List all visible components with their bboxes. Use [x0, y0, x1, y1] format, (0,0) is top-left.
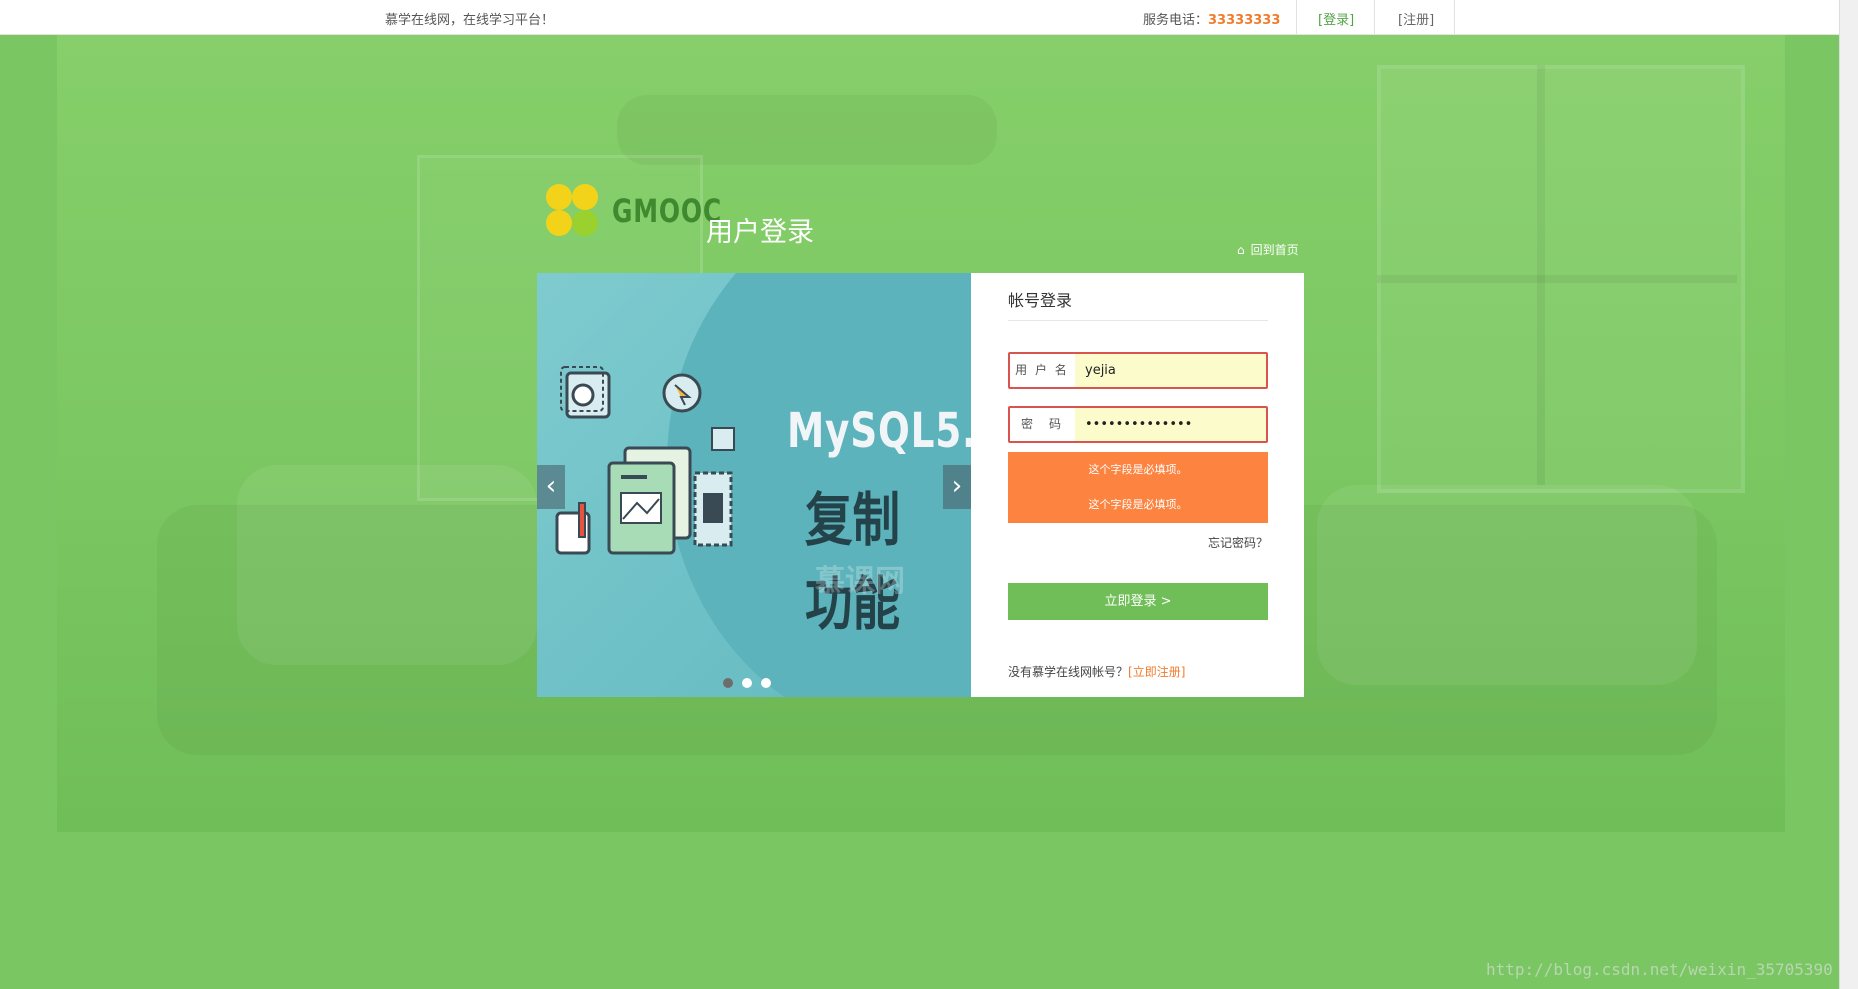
top-login-link[interactable]: [登录] [1318, 9, 1354, 28]
divider [1454, 0, 1455, 34]
form-heading: 帐号登录 [1008, 291, 1073, 310]
divider [1374, 0, 1375, 34]
form-divider [1008, 320, 1268, 321]
divider [1296, 0, 1297, 34]
password-label: 密 码 [1020, 417, 1063, 431]
forgot-password-link[interactable]: 忘记密码？ [1208, 534, 1268, 551]
home-icon: ⌂ [1237, 243, 1245, 257]
scrollbar[interactable] [1839, 0, 1858, 989]
welcome-text: 慕学在线网，在线学习平台！ [385, 13, 555, 28]
page-title: 用户登录 [706, 217, 814, 248]
username-input[interactable]: yejia [1075, 354, 1266, 387]
top-bar: 慕学在线网，在线学习平台！ 服务电话：33333333 [登录] [注册] [0, 0, 1840, 35]
next-arrow-icon[interactable]: › [943, 465, 971, 509]
login-button[interactable]: 立即登录 > [1008, 583, 1268, 620]
password-input[interactable]: •••••••••••••• [1075, 408, 1266, 441]
signup-prompt: 没有慕学在线网帐号？[立即注册] [1008, 663, 1185, 680]
username-label: 用 户 名 [1015, 363, 1069, 377]
phone-number: 33333333 [1208, 13, 1281, 28]
top-register-link[interactable]: [注册] [1398, 9, 1434, 28]
banner-watermark: 慕课网 [815, 564, 905, 599]
login-card: MySQL5.7 复制功能 慕课网 ‹ › 帐号登录 用 户 名 yejia 密… [537, 273, 1304, 697]
error-message: 这个字段是必填项。 [1088, 498, 1188, 511]
register-now-link[interactable]: [立即注册] [1128, 665, 1185, 679]
carousel-dot[interactable] [761, 678, 771, 688]
no-account-text: 没有慕学在线网帐号？ [1008, 665, 1129, 679]
service-label: 服务电话： [1143, 13, 1209, 28]
password-field: 密 码 •••••••••••••• [1008, 406, 1268, 443]
page-watermark: http://blog.csdn.net/weixin_35705390 [1486, 960, 1833, 979]
carousel-dot[interactable] [723, 678, 733, 688]
username-field: 用 户 名 yejia [1008, 352, 1268, 389]
carousel-dot[interactable] [742, 678, 752, 688]
carousel-dots [723, 673, 780, 692]
service-phone: 服务电话：33333333 [1143, 9, 1280, 28]
home-link[interactable]: ⌂ 回到首页 [1237, 241, 1299, 258]
error-message: 这个字段是必填项。 [1088, 463, 1188, 476]
banner-headline: MySQL5.7 [787, 403, 971, 459]
error-messages: 这个字段是必填项。 这个字段是必填项。 [1008, 452, 1268, 523]
banner-carousel[interactable]: MySQL5.7 复制功能 慕课网 ‹ › [537, 273, 971, 697]
logo-icon [546, 184, 598, 236]
illustration-icon [555, 366, 735, 555]
prev-arrow-icon[interactable]: ‹ [537, 465, 565, 509]
home-link-label: 回到首页 [1250, 243, 1299, 257]
